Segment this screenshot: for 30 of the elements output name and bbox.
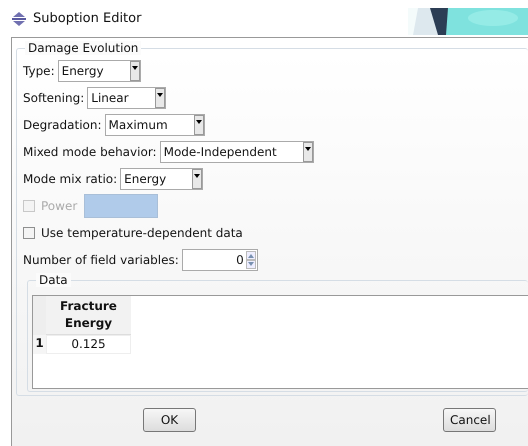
checkbox[interactable] <box>23 227 35 239</box>
app-icon <box>11 12 27 26</box>
dropdown[interactable]: Linear <box>87 87 166 109</box>
dropdown[interactable]: Energy <box>120 168 204 190</box>
caret-icon <box>194 174 200 178</box>
caret-icon <box>196 120 202 124</box>
field-label: Degradation: <box>23 118 102 132</box>
field-label: Softening: <box>23 91 84 105</box>
spin-field[interactable]: 0 <box>182 249 258 271</box>
field-label: Mode mix ratio: <box>23 172 118 186</box>
dialog-button[interactable]: Cancel <box>443 408 496 432</box>
dropdown[interactable]: Maximum <box>104 114 205 136</box>
row-header: 1 <box>33 335 46 354</box>
group-title: Damage Evolution <box>25 41 142 55</box>
field-label: Mixed mode behavior: <box>23 145 157 159</box>
dropdown[interactable]: Energy <box>58 60 141 82</box>
caret-icon <box>132 66 138 70</box>
dialog-button[interactable]: OK <box>143 408 196 432</box>
group-title: Data <box>36 273 71 287</box>
caret-icon <box>304 147 311 151</box>
field-label: Number of field variables: <box>23 253 179 267</box>
column-header: Fracture Energy <box>46 296 131 335</box>
table-cell[interactable]: 0.125 <box>46 335 131 354</box>
spin-arrows-icon[interactable] <box>246 251 256 269</box>
field-label: Type: <box>23 64 55 78</box>
caret-icon <box>156 93 163 97</box>
checkbox-label: Use temperature-dependent data <box>41 226 243 240</box>
checkbox-label: Power <box>41 199 78 213</box>
window-title: Suboption Editor <box>33 11 142 26</box>
dropdown[interactable]: Mode-Independent <box>160 141 314 163</box>
